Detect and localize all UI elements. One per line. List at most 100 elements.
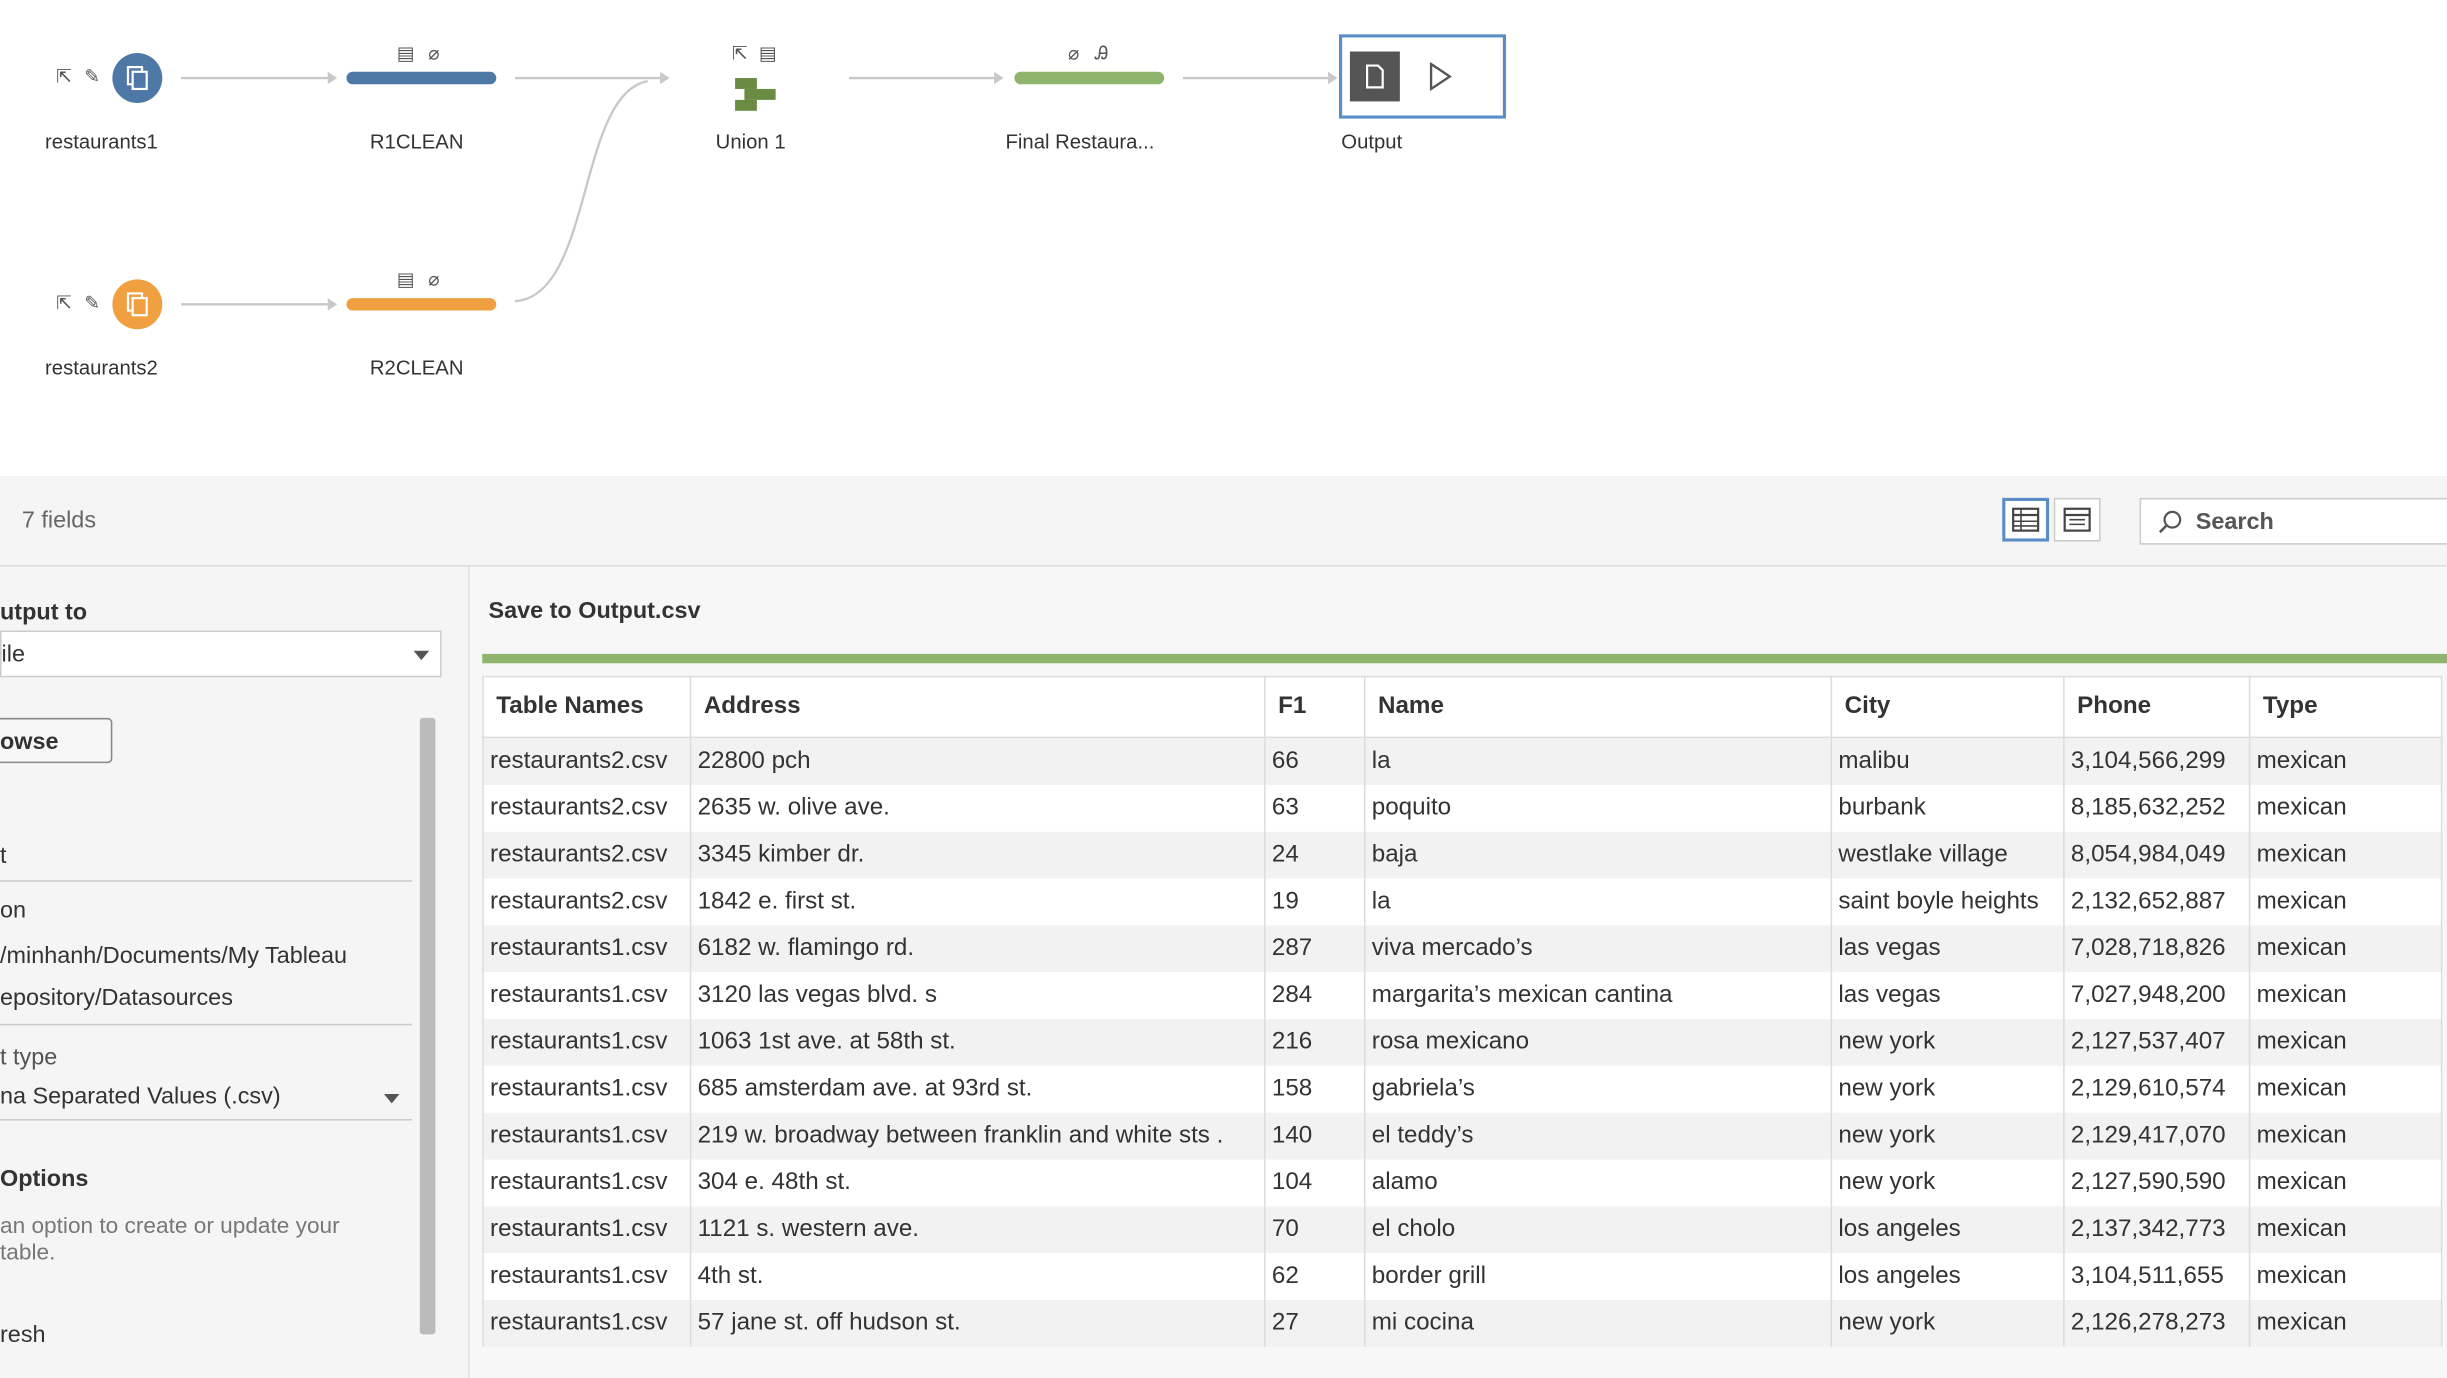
r2clean-step-bar[interactable]: [346, 298, 497, 311]
column-header[interactable]: Phone: [2063, 675, 2251, 739]
search-placeholder: Search: [2195, 508, 2274, 536]
table-cell: los angeles: [1830, 1206, 2065, 1254]
output-type-value: na Separated Values (.csv): [0, 1083, 281, 1110]
table-cell: las vegas: [1830, 925, 2065, 973]
edit-icon[interactable]: ✎: [83, 67, 102, 86]
multi-file-icon: [126, 292, 148, 317]
table-row: restaurants1.csv 6182 w. flamingo rd. 287 v…: [482, 925, 2443, 973]
table-cell: 57 jane st. off hudson st.: [689, 1299, 1266, 1347]
restaurants1-input-node[interactable]: [112, 53, 163, 103]
column-header[interactable]: Table Names: [482, 675, 692, 739]
table-cell: 19: [1264, 878, 1366, 926]
table-cell: 1842 e. first st.: [689, 878, 1266, 926]
table-cell: 4th st.: [689, 1253, 1266, 1300]
changes-icon[interactable]: ▤: [396, 44, 415, 63]
table-cell: mexican: [2248, 1112, 2443, 1160]
output-node-selected[interactable]: [1338, 34, 1506, 119]
run-flow-icon[interactable]: [1428, 61, 1453, 98]
remove-icon[interactable]: ⇱: [730, 44, 749, 63]
list-view-icon: [2063, 507, 2091, 532]
table-row: restaurants2.csv 22800 pch 66 la malibu 3,104…: [482, 737, 2443, 785]
table-cell: 7,027,948,200: [2063, 972, 2251, 1020]
table-cell: restaurants1.csv: [482, 1206, 692, 1254]
r1clean-step-icons: ▤ ⌀: [396, 44, 443, 63]
table-cell: 219 w. broadway between franklin and whi…: [689, 1112, 1266, 1160]
annotation-icon[interactable]: ⌀: [424, 44, 443, 63]
changes-icon[interactable]: ▤: [396, 270, 415, 289]
table-cell: mexican: [2248, 831, 2443, 879]
table-body: restaurants2.csv 22800 pch 66 la malibu 3,104…: [482, 737, 2443, 1347]
table-view-button[interactable]: [2002, 497, 2050, 542]
final-label: Final Restaura...: [1005, 129, 1155, 153]
table-cell: las vegas: [1830, 972, 2065, 1020]
browse-label: owse: [0, 728, 59, 756]
table-header-row: Table Names Address F1 Name City Phone T…: [482, 675, 2443, 739]
output-name-label: t: [0, 842, 7, 870]
table-cell: malibu: [1830, 737, 2065, 785]
output-preview-table: Table Names Address F1 Name City Phone T…: [482, 675, 2443, 1347]
table-cell: 6182 w. flamingo rd.: [689, 925, 1266, 973]
output-settings-pane: utput to ile owse t on /minhanh/Document…: [0, 566, 470, 1378]
table-cell: mexican: [2248, 1206, 2443, 1254]
output-to-select[interactable]: ile: [0, 630, 442, 678]
restaurants1-label: restaurants1: [45, 129, 158, 153]
remove-icon[interactable]: ⇱: [55, 293, 74, 312]
column-header[interactable]: Address: [689, 675, 1266, 739]
annotation-icon[interactable]: ⌀: [1064, 44, 1083, 63]
browse-button[interactable]: owse: [0, 717, 113, 764]
table-row: restaurants2.csv 1842 e. first st. 19 la sai…: [482, 878, 2443, 926]
output-type-select[interactable]: na Separated Values (.csv): [0, 1075, 412, 1122]
annotation-icon[interactable]: ⌀: [424, 270, 443, 289]
options-heading: Options: [0, 1165, 89, 1193]
table-cell: restaurants1.csv: [482, 1299, 692, 1347]
table-row: restaurants1.csv 3120 las vegas blvd. s 28…: [482, 972, 2443, 1020]
search-field[interactable]: Search: [2139, 497, 2447, 545]
table-grid-icon: [2012, 507, 2040, 532]
table-cell: restaurants1.csv: [482, 1019, 692, 1066]
column-header[interactable]: Name: [1363, 675, 1833, 739]
table-cell: baja: [1363, 831, 1833, 879]
table-cell: restaurants1.csv: [482, 1253, 692, 1300]
union-step-icons: ⇱ ▤: [730, 44, 777, 63]
table-cell: mexican: [2248, 925, 2443, 973]
full-refresh-option[interactable]: resh: [0, 1322, 46, 1349]
table-cell: 62: [1264, 1253, 1366, 1300]
table-cell: new york: [1830, 1159, 2065, 1207]
final-step-icons: ⌀ Ꭿ: [1064, 44, 1111, 63]
table-cell: mexican: [2248, 972, 2443, 1020]
output-to-heading: utput to: [0, 599, 88, 626]
column-header[interactable]: F1: [1264, 675, 1366, 739]
table-row: restaurants1.csv 1121 s. western ave. 70 el…: [482, 1206, 2443, 1254]
final-step-bar[interactable]: [1014, 71, 1165, 85]
remove-icon[interactable]: ⇱: [55, 67, 74, 86]
panel-toolbar: 7 fields Search: [0, 476, 2447, 567]
output-file-icon: [1349, 51, 1400, 102]
restaurants1-step-icons: ⇱ ✎: [55, 67, 102, 86]
table-cell: mexican: [2248, 1019, 2443, 1066]
table-cell: mexican: [2248, 737, 2443, 785]
column-header[interactable]: Type: [2248, 675, 2443, 739]
chevron-down-icon: [383, 1093, 400, 1104]
column-header[interactable]: City: [1830, 675, 2065, 739]
table-cell: gabriela’s: [1363, 1065, 1833, 1113]
r2clean-step-icons: ▤ ⌀: [396, 270, 443, 289]
table-cell: 287: [1264, 925, 1366, 973]
union-icon[interactable]: [735, 78, 782, 112]
table-cell: restaurants1.csv: [482, 925, 692, 973]
multi-file-icon: [126, 66, 148, 91]
output-to-value: ile: [1, 641, 25, 668]
list-view-button[interactable]: [2053, 497, 2101, 542]
divider: [0, 880, 412, 882]
table-cell: 1121 s. western ave.: [689, 1206, 1266, 1254]
table-cell: alamo: [1363, 1159, 1833, 1207]
edit-icon[interactable]: ✎: [83, 293, 102, 312]
restaurants2-input-node[interactable]: [112, 279, 163, 330]
r1clean-step-bar[interactable]: [346, 71, 497, 85]
changes-icon[interactable]: ▤: [758, 44, 777, 63]
rename-icon[interactable]: Ꭿ: [1092, 44, 1111, 63]
table-cell: 7,028,718,826: [2063, 925, 2251, 973]
settings-scrollbar[interactable]: [419, 717, 436, 1335]
table-cell: restaurants1.csv: [482, 972, 692, 1020]
divider: [0, 1118, 412, 1121]
table-cell: border grill: [1363, 1253, 1833, 1300]
